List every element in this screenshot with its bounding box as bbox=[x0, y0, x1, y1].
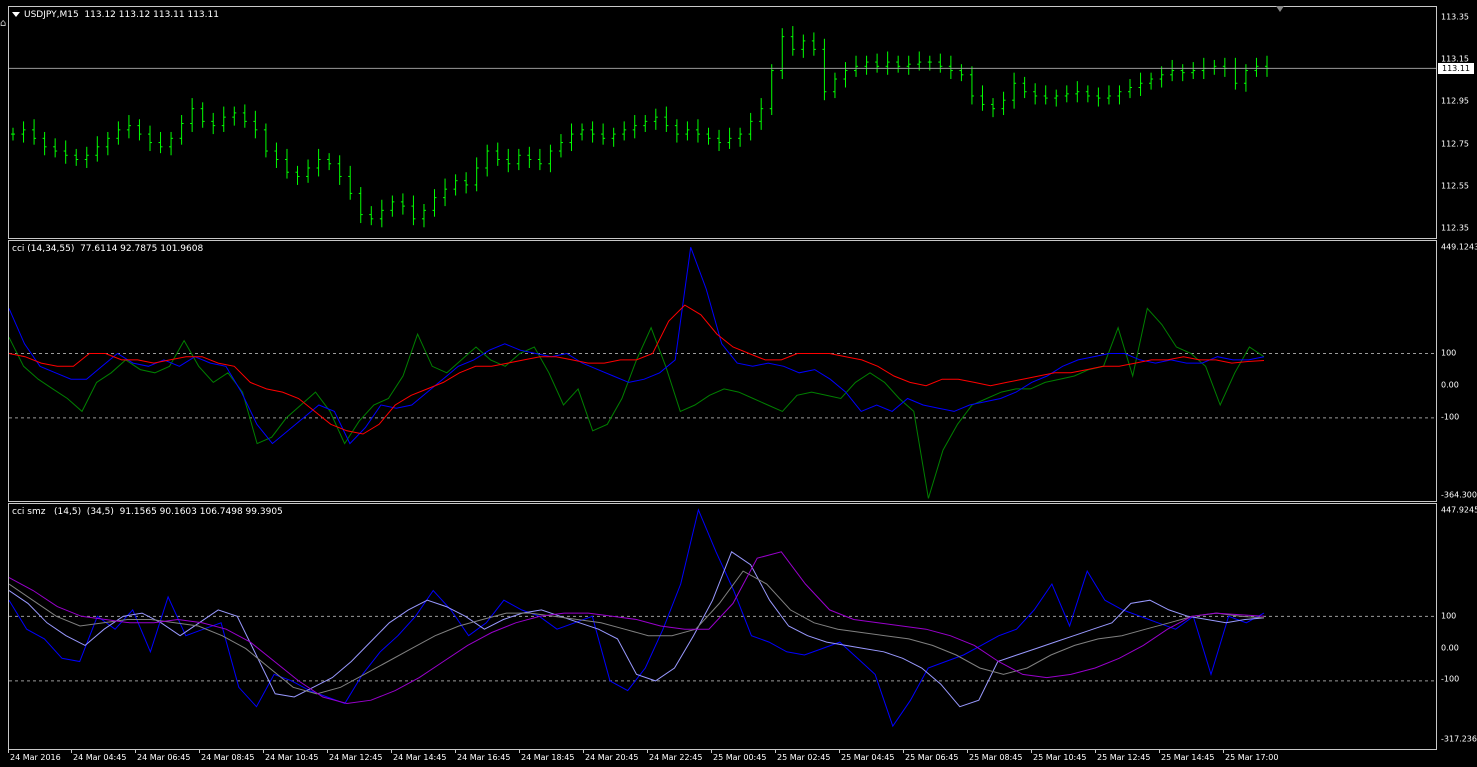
time-axis-label: 24 Mar 04:45 bbox=[73, 753, 127, 762]
smz-axis-level: -100 bbox=[1441, 674, 1460, 684]
time-axis-tick-mark bbox=[711, 750, 712, 753]
price-axis-tick: 112.75 bbox=[1441, 139, 1469, 149]
time-axis-label: 25 Mar 17:00 bbox=[1225, 753, 1279, 762]
chart-scroll-icon: ⌂ bbox=[0, 18, 7, 29]
time-axis-label: 24 Mar 2016 bbox=[10, 753, 61, 762]
time-axis-label: 25 Mar 12:45 bbox=[1097, 753, 1151, 762]
price-chart-svg bbox=[9, 26, 1436, 228]
time-axis-tick-mark bbox=[199, 750, 200, 753]
time-axis-label: 24 Mar 16:45 bbox=[457, 753, 511, 762]
time-axis-tick-mark bbox=[71, 750, 72, 753]
time-axis-label: 25 Mar 04:45 bbox=[841, 753, 895, 762]
time-axis: 24 Mar 2016 24 Mar 04:45 24 Mar 06:45 24 Ma… bbox=[8, 750, 1437, 767]
indicator-series-line bbox=[9, 551, 1265, 708]
time-axis-tick-mark bbox=[775, 750, 776, 753]
time-axis-tick-mark bbox=[8, 750, 9, 753]
price-axis-tick: 113.35 bbox=[1441, 12, 1469, 22]
time-axis-label: 24 Mar 22:45 bbox=[649, 753, 703, 762]
smz-axis-level: 0.00 bbox=[1441, 643, 1459, 653]
cci-smz-pane-label: cci smz (14,5) (34,5) 91.1565 90.1603 10… bbox=[12, 507, 283, 517]
time-axis-tick-mark bbox=[327, 750, 328, 753]
time-axis-label: 24 Mar 14:45 bbox=[393, 753, 447, 762]
time-axis-tick-mark bbox=[1159, 750, 1160, 753]
cci-axis-level: -100 bbox=[1441, 412, 1460, 422]
dropdown-triangle-icon[interactable] bbox=[12, 12, 20, 17]
time-axis-tick-mark bbox=[903, 750, 904, 753]
indicator-series-line bbox=[9, 508, 1265, 728]
cci-smz-chart-svg bbox=[9, 508, 1436, 728]
time-axis-label: 25 Mar 14:45 bbox=[1161, 753, 1215, 762]
time-axis-label: 25 Mar 00:45 bbox=[713, 753, 767, 762]
cci-smz-axis: 447.9245 100 0.00 -100 -317.236 bbox=[1437, 503, 1477, 750]
price-axis-tick: 112.55 bbox=[1441, 181, 1469, 191]
chart-shift-marker[interactable] bbox=[1276, 6, 1284, 12]
time-axis-tick-mark bbox=[519, 750, 520, 753]
cci-axis-level: 100 bbox=[1441, 348, 1457, 358]
time-axis-tick-mark bbox=[391, 750, 392, 753]
cci-axis-top: 449.1243 bbox=[1441, 242, 1477, 252]
cci-smz-indicator-pane[interactable]: cci smz (14,5) (34,5) 91.1565 90.1603 10… bbox=[8, 503, 1437, 750]
time-axis-tick-mark bbox=[1223, 750, 1224, 753]
time-axis-tick-mark bbox=[967, 750, 968, 753]
time-axis-label: 25 Mar 10:45 bbox=[1033, 753, 1087, 762]
indicator-series-line bbox=[9, 570, 1265, 695]
time-axis-label: 24 Mar 12:45 bbox=[329, 753, 383, 762]
time-axis-tick-mark bbox=[839, 750, 840, 753]
time-axis-label: 24 Mar 06:45 bbox=[137, 753, 191, 762]
time-axis-label: 24 Mar 18:45 bbox=[521, 753, 575, 762]
cci-chart-svg bbox=[9, 247, 1436, 499]
indicator-series-line bbox=[9, 307, 1265, 499]
smz-axis-level: 100 bbox=[1441, 611, 1457, 621]
time-axis-label: 25 Mar 08:45 bbox=[969, 753, 1023, 762]
price-axis-tick: 112.35 bbox=[1441, 223, 1469, 233]
cci-indicator-pane[interactable]: cci (14,34,55) 77.6114 92.7875 101.9608 bbox=[8, 240, 1437, 502]
time-axis-tick-mark bbox=[583, 750, 584, 753]
time-axis-tick-mark bbox=[135, 750, 136, 753]
current-price-tag: 113.11 bbox=[1438, 63, 1474, 74]
price-axis-tick: 112.95 bbox=[1441, 96, 1469, 106]
symbol-ohlc-label: USDJPY,M15 113.12 113.12 113.11 113.11 bbox=[24, 10, 219, 20]
time-axis-tick-mark bbox=[455, 750, 456, 753]
time-axis-label: 24 Mar 10:45 bbox=[265, 753, 319, 762]
time-axis-tick-mark bbox=[263, 750, 264, 753]
time-axis-label: 25 Mar 06:45 bbox=[905, 753, 959, 762]
cci-axis: 449.1243 100 0.00 -100 -364.300 bbox=[1437, 240, 1477, 502]
price-axis: 113.35 113.15 112.95 112.75 112.55 112.35 bbox=[1437, 6, 1477, 239]
time-axis-tick-mark bbox=[1031, 750, 1032, 753]
indicator-series-line bbox=[9, 247, 1265, 445]
time-axis-tick-mark bbox=[647, 750, 648, 753]
time-axis-label: 25 Mar 02:45 bbox=[777, 753, 831, 762]
time-axis-tick-mark bbox=[1095, 750, 1096, 753]
cci-axis-level: 0.00 bbox=[1441, 380, 1459, 390]
time-axis-label: 24 Mar 08:45 bbox=[201, 753, 255, 762]
smz-axis-top: 447.9245 bbox=[1441, 505, 1477, 515]
smz-axis-bottom: -317.236 bbox=[1441, 734, 1477, 744]
indicator-series-line bbox=[9, 304, 1265, 435]
cci-axis-bottom: -364.300 bbox=[1441, 490, 1477, 500]
time-axis-label: 24 Mar 20:45 bbox=[585, 753, 639, 762]
cci-pane-label: cci (14,34,55) 77.6114 92.7875 101.9608 bbox=[12, 244, 204, 254]
price-chart-pane[interactable]: USDJPY,M15 113.12 113.12 113.11 113.11 bbox=[8, 6, 1437, 239]
price-pane-label: USDJPY,M15 113.12 113.12 113.11 113.11 bbox=[12, 10, 219, 20]
